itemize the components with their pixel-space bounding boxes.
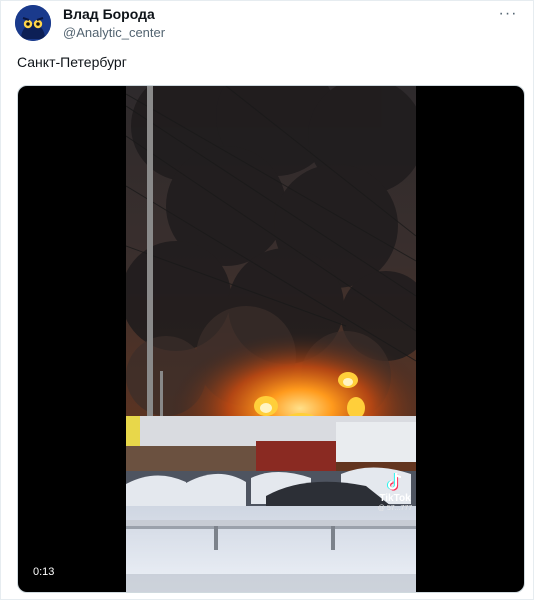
video-duration: 0:13 — [28, 564, 60, 580]
more-options-button[interactable]: ··· — [497, 5, 519, 22]
video-player[interactable]: TikTok @ 57...777 0:13 — [17, 85, 525, 593]
tweet-text: Санкт-Петербург — [17, 54, 127, 70]
tiktok-logo-icon — [386, 472, 402, 491]
owl-avatar-icon — [15, 5, 51, 41]
tiktok-username: @ 57...777 — [377, 505, 413, 512]
more-horizontal-icon: ··· — [498, 5, 518, 22]
avatar[interactable] — [15, 5, 51, 41]
tiktok-watermark: TikTok @ 57...777 — [370, 472, 420, 512]
tiktok-label: TikTok — [379, 493, 411, 504]
video-frame — [126, 86, 416, 592]
tweet-card: Влад Борода @Analytic_center ··· Санкт-П… — [0, 0, 534, 600]
fire-scene-image — [126, 86, 416, 592]
author-handle[interactable]: @Analytic_center — [63, 25, 165, 40]
author-name[interactable]: Влад Борода — [63, 6, 155, 22]
